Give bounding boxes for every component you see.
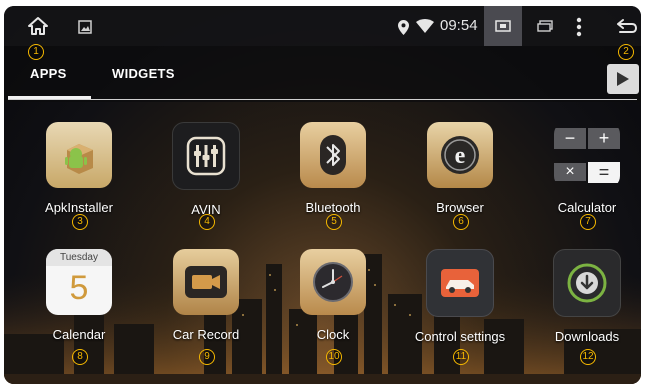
callout-10: 10 — [326, 349, 342, 365]
gallery-icon[interactable] — [76, 18, 94, 36]
callout-6: 6 — [453, 214, 469, 230]
callout-2: 2 — [618, 44, 634, 60]
app-label: ApkInstaller — [45, 200, 113, 215]
back-icon[interactable] — [616, 16, 638, 36]
app-avin[interactable]: AVIN — [146, 122, 266, 217]
app-browser[interactable]: e Browser — [400, 122, 520, 215]
bluetooth-icon — [300, 122, 366, 188]
callout-3: 3 — [72, 214, 88, 230]
tab-widgets[interactable]: WIDGETS — [112, 66, 175, 81]
browser-icon: e — [427, 122, 493, 188]
tab-apps[interactable]: APPS — [30, 66, 67, 81]
app-calculator[interactable]: − + × = Calculator — [527, 122, 641, 215]
callout-8: 8 — [72, 349, 88, 365]
home-icon[interactable] — [26, 14, 50, 38]
callout-11: 11 — [453, 349, 469, 365]
wifi-icon — [415, 18, 435, 34]
callout-4: 4 — [199, 214, 215, 230]
app-calendar[interactable]: Tuesday 5 Calendar — [19, 249, 139, 342]
calc-key-plus: + — [588, 127, 620, 149]
tab-divider — [8, 99, 637, 100]
app-label: Bluetooth — [305, 200, 361, 215]
app-car-record[interactable]: Car Record — [146, 249, 266, 342]
app-bluetooth[interactable]: Bluetooth — [273, 122, 393, 215]
play-store-icon — [617, 72, 629, 86]
clock-icon — [300, 249, 366, 315]
app-downloads[interactable]: Downloads — [527, 249, 641, 344]
location-icon — [396, 18, 410, 36]
apk-installer-icon — [46, 122, 112, 188]
app-clock[interactable]: Clock — [273, 249, 393, 342]
callout-5: 5 — [326, 214, 342, 230]
menu-icon[interactable] — [574, 16, 584, 38]
app-control-settings[interactable]: Control settings — [400, 249, 520, 344]
app-label: Browser — [436, 200, 484, 215]
play-store-button[interactable] — [607, 64, 639, 94]
calculator-icon: − + × = — [554, 122, 620, 188]
calc-key-minus: − — [554, 127, 586, 149]
calc-key-equals: = — [588, 161, 620, 183]
app-label: Calculator — [557, 200, 617, 215]
callout-12: 12 — [580, 349, 596, 365]
app-label: Clock — [316, 327, 350, 342]
car-record-icon — [173, 249, 239, 315]
calc-key-times: × — [554, 163, 586, 181]
android-launcher-screen: 09:54 APPS WIDGETS 1 2 ApkInstaller AVIN… — [4, 6, 641, 384]
callout-1: 1 — [28, 44, 44, 60]
tab-bar — [4, 46, 641, 102]
app-label: Downloads — [554, 329, 620, 344]
app-label: Control settings — [414, 329, 506, 344]
app-label: Car Record — [172, 327, 240, 342]
recent-apps-icon[interactable] — [536, 18, 554, 34]
calendar-day: 5 — [69, 269, 89, 307]
screenshot-button[interactable] — [484, 6, 522, 46]
svg-text:e: e — [455, 143, 466, 169]
downloads-icon — [553, 249, 621, 317]
status-time: 09:54 — [440, 17, 478, 34]
callout-9: 9 — [199, 349, 215, 365]
avin-icon — [172, 122, 240, 190]
app-apkinstaller[interactable]: ApkInstaller — [19, 122, 139, 215]
control-settings-icon — [426, 249, 494, 317]
app-label: Calendar — [52, 327, 106, 342]
calendar-icon: Tuesday 5 — [46, 249, 112, 315]
calendar-weekday: Tuesday — [46, 249, 112, 266]
callout-7: 7 — [580, 214, 596, 230]
screenshot-icon — [495, 19, 511, 33]
